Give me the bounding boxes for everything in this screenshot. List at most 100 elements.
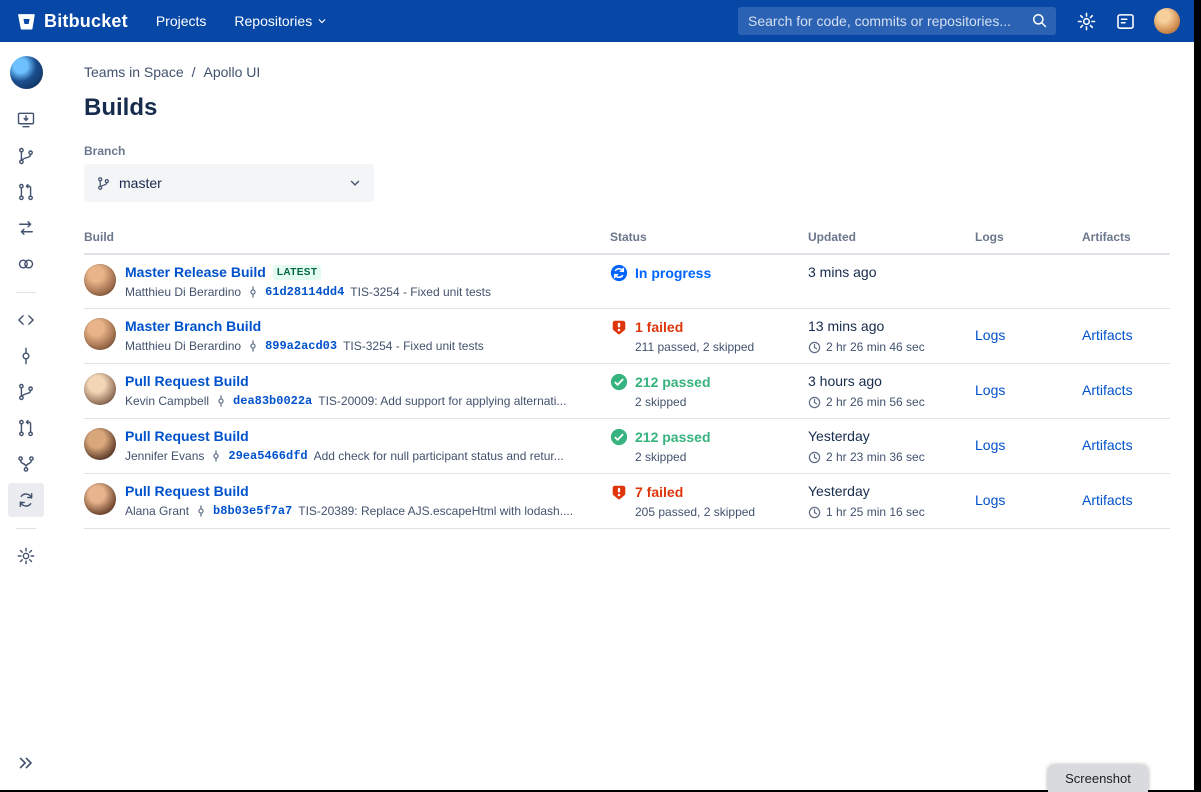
deployments-icon [16, 454, 36, 474]
build-author: Matthieu Di Berardino [125, 339, 242, 353]
sidebar-item-builds[interactable] [8, 483, 44, 517]
main-content: Teams in Space / Apollo UI Builds Branch… [52, 42, 1194, 790]
nav-repositories[interactable]: Repositories [234, 13, 327, 29]
status-detail: 2 skipped [635, 395, 687, 409]
expand-sidebar-button[interactable] [8, 746, 44, 780]
search-input[interactable] [738, 7, 1056, 35]
commit-hash-link[interactable]: 61d28114dd4 [265, 285, 344, 299]
updated-time: 3 mins ago [808, 264, 877, 280]
build-duration: 2 hr 23 min 36 sec [826, 450, 925, 464]
commit-hash-link[interactable]: b8b03e5f7a7 [213, 504, 292, 518]
artifacts-cell: Artifacts [1082, 327, 1170, 345]
brand-name: Bitbucket [44, 10, 128, 31]
logs-link[interactable]: Logs [975, 492, 1005, 508]
updated-cell: Yesterday 1 hr 25 min 16 sec [808, 483, 975, 519]
breadcrumb: Teams in Space / Apollo UI [84, 64, 1170, 80]
updated-cell: Yesterday 2 hr 23 min 36 sec [808, 428, 975, 464]
build-name-link[interactable]: Master Release Build [125, 264, 266, 280]
artifacts-link[interactable]: Artifacts [1082, 382, 1133, 398]
clone-button[interactable] [8, 103, 44, 137]
nav-projects[interactable]: Projects [156, 13, 207, 29]
logs-cell: Logs [975, 327, 1082, 345]
build-name-link[interactable]: Pull Request Build [125, 373, 249, 389]
avatar [84, 318, 116, 350]
create-pull-request-button[interactable] [8, 175, 44, 209]
sidebar-item-commits[interactable] [8, 339, 44, 373]
sidebar-item-deployments[interactable] [8, 447, 44, 481]
page-title: Builds [84, 94, 158, 121]
build-duration: 1 hr 25 min 16 sec [826, 505, 925, 519]
double-chevron-right-icon [16, 753, 36, 773]
breadcrumb-separator: / [191, 64, 196, 80]
create-branch-icon [16, 146, 36, 166]
updated-cell: 3 hours ago 2 hr 26 min 56 sec [808, 373, 975, 409]
updated-time: Yesterday [808, 483, 870, 499]
status-detail: 211 passed, 2 skipped [635, 340, 755, 354]
status-cell: 7 failed 205 passed, 2 skipped [610, 483, 808, 519]
artifacts-link[interactable]: Artifacts [1082, 492, 1133, 508]
status-icon [610, 483, 628, 501]
app-window: Bitbucket Projects Repositories Search f… [0, 0, 1194, 790]
chevron-down-icon [317, 16, 327, 26]
bitbucket-logo-icon [16, 11, 37, 32]
artifacts-link[interactable]: Artifacts [1082, 437, 1133, 453]
table-row: Master Release Build LATEST Matthieu Di … [84, 255, 1170, 309]
build-name-link[interactable]: Pull Request Build [125, 483, 249, 499]
bitbucket-home-link[interactable]: Bitbucket [16, 11, 128, 32]
repo-sidebar [0, 42, 52, 790]
gear-icon [16, 546, 36, 566]
commit-icon [215, 395, 227, 407]
user-avatar[interactable] [1154, 8, 1180, 34]
sidebar-item-settings[interactable] [8, 539, 44, 573]
compare-button[interactable] [8, 211, 44, 245]
status-cell: 212 passed 2 skipped [610, 373, 808, 409]
create-branch-button[interactable] [8, 139, 44, 173]
commit-icon [195, 505, 207, 517]
clock-icon [808, 341, 821, 354]
settings-gear-icon[interactable] [1076, 11, 1097, 32]
branch-dropdown[interactable]: master [84, 164, 374, 202]
top-navbar: Bitbucket Projects Repositories [0, 0, 1194, 42]
forks-button[interactable] [8, 247, 44, 281]
commit-hash-link[interactable]: 29ea5466dfd [228, 449, 307, 463]
breadcrumb-project-link[interactable]: Teams in Space [84, 64, 184, 80]
status-cell: 212 passed 2 skipped [610, 428, 808, 464]
column-header-updated: Updated [808, 230, 856, 244]
avatar [84, 264, 116, 296]
breadcrumb-repo-link[interactable]: Apollo UI [204, 64, 261, 80]
notifications-panel-icon[interactable] [1115, 11, 1136, 32]
sidebar-divider [16, 528, 36, 529]
artifacts-link[interactable]: Artifacts [1082, 327, 1133, 343]
table-row: Master Branch Build Matthieu Di Berardin… [84, 309, 1170, 364]
sidebar-item-pull-requests[interactable] [8, 411, 44, 445]
repo-avatar[interactable] [9, 56, 43, 89]
build-name-link[interactable]: Master Branch Build [125, 318, 261, 334]
logs-link[interactable]: Logs [975, 382, 1005, 398]
commit-hash-link[interactable]: dea83b0022a [233, 394, 312, 408]
sidebar-item-branches[interactable] [8, 375, 44, 409]
build-duration: 2 hr 26 min 56 sec [826, 395, 925, 409]
build-author: Kevin Campbell [125, 394, 210, 408]
logs-link[interactable]: Logs [975, 327, 1005, 343]
status-cell: 1 failed 211 passed, 2 skipped [610, 318, 808, 354]
logs-link[interactable]: Logs [975, 437, 1005, 453]
updated-time: Yesterday [808, 428, 870, 444]
latest-badge: LATEST [272, 264, 322, 280]
sidebar-item-source[interactable] [8, 303, 44, 337]
build-name-link[interactable]: Pull Request Build [125, 428, 249, 444]
commit-hash-link[interactable]: 899a2acd03 [265, 339, 337, 353]
build-duration: 2 hr 26 min 46 sec [826, 340, 925, 354]
branches-icon [16, 382, 36, 402]
compare-icon [16, 218, 36, 238]
avatar [84, 483, 116, 515]
updated-time: 3 hours ago [808, 373, 882, 389]
status-label: 212 passed [635, 429, 711, 445]
status-icon [610, 373, 628, 391]
build-cell: Pull Request Build Kevin Campbell dea83b… [84, 373, 610, 408]
status-icon [610, 318, 628, 336]
commit-message: TIS-20009: Add support for applying alte… [318, 394, 567, 408]
forks-icon [16, 254, 36, 274]
search-icon[interactable] [1031, 12, 1048, 29]
artifacts-cell: Artifacts [1082, 382, 1170, 400]
primary-nav: Projects Repositories [156, 13, 327, 29]
